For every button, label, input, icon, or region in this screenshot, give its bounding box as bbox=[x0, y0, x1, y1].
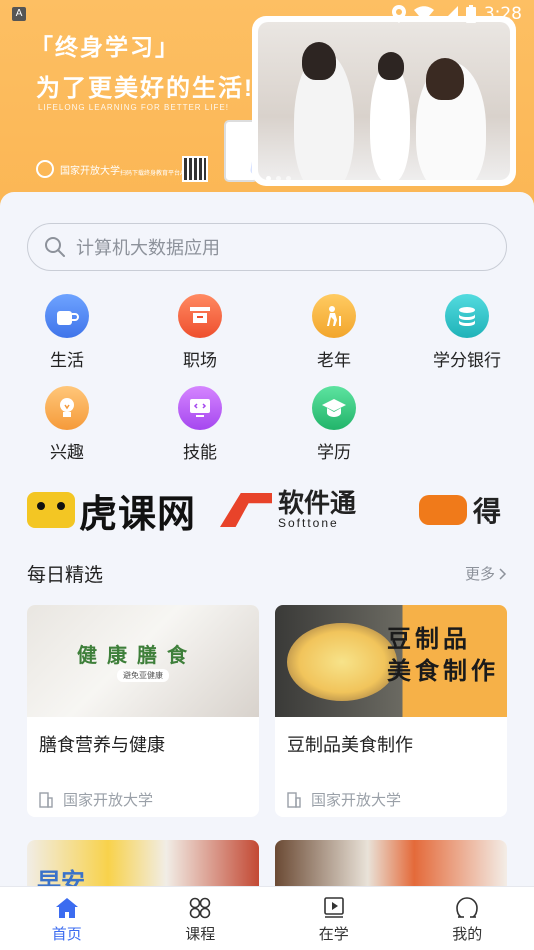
search-icon bbox=[45, 237, 65, 257]
tab-mine[interactable]: 我的 bbox=[401, 887, 534, 950]
course-card[interactable]: 早安 bbox=[27, 840, 259, 888]
section-title: 每日精选 bbox=[27, 565, 104, 586]
partner-logos: 虎课网 软件通 Softtone 得 bbox=[27, 488, 507, 538]
thumbnail-text: 健康膳食 bbox=[77, 643, 197, 667]
family-photo bbox=[252, 16, 516, 186]
person-figure bbox=[378, 52, 404, 80]
chevron-right-icon bbox=[499, 567, 507, 580]
banner-title: 为了更美好的生活! bbox=[36, 75, 254, 102]
course-source: 国家开放大学 bbox=[287, 789, 401, 810]
bottom-tab-bar: 首页 课程 在学 我的 bbox=[0, 886, 534, 950]
partner-third[interactable]: 得 bbox=[419, 488, 501, 532]
banner-logo: 国家开放大学 bbox=[36, 160, 120, 178]
podium-icon bbox=[178, 294, 222, 338]
softtone-logo-icon bbox=[220, 493, 272, 527]
course-title: 豆制品美食制作 bbox=[287, 735, 413, 755]
person-figure bbox=[426, 58, 464, 100]
course-thumbnail: 早安 bbox=[27, 840, 259, 888]
thumbnail-text: 早安 bbox=[37, 868, 85, 888]
partner-hukewang[interactable]: 虎课网 bbox=[27, 488, 196, 536]
course-thumbnail: 豆制品 美食制作 bbox=[275, 605, 507, 717]
partner-name: 得 bbox=[473, 496, 502, 527]
course-source-label: 国家开放大学 bbox=[311, 792, 402, 809]
clock: 3:28 bbox=[483, 4, 522, 24]
wifi-icon bbox=[413, 6, 434, 22]
carousel-indicator bbox=[266, 176, 291, 181]
graduation-cap-icon bbox=[312, 386, 356, 430]
status-bar: A 3:28 bbox=[0, 0, 534, 28]
category-label: 学分银行 bbox=[433, 351, 501, 370]
elder-icon bbox=[312, 294, 356, 338]
more-label: 更多 bbox=[464, 566, 495, 583]
qr-code-icon bbox=[182, 156, 208, 182]
category-credit-bank[interactable]: 学分银行 bbox=[422, 294, 512, 371]
play-book-icon bbox=[323, 897, 344, 918]
thumbnail-text-line1: 豆制品 bbox=[387, 624, 471, 653]
tab-courses[interactable]: 课程 bbox=[134, 887, 268, 950]
course-thumbnail: 健康膳食 避免亚健康 bbox=[27, 605, 259, 717]
daily-picks-header: 每日精选 更多 bbox=[27, 560, 507, 587]
course-title: 膳食营养与健康 bbox=[39, 735, 165, 755]
tab-label: 课程 bbox=[185, 926, 216, 943]
banner-subtitle: LIFELONG LEARNING FOR BETTER LIFE! bbox=[38, 103, 229, 112]
category-skills[interactable]: 技能 bbox=[155, 386, 245, 463]
category-label: 技能 bbox=[183, 443, 217, 462]
course-card[interactable]: 豆制品 美食制作 豆制品美食制作 国家开放大学 bbox=[275, 605, 507, 817]
course-source: 国家开放大学 bbox=[39, 789, 153, 810]
battery-icon bbox=[465, 5, 476, 23]
home-icon bbox=[55, 898, 78, 918]
category-elderly[interactable]: 老年 bbox=[289, 294, 379, 371]
person-figure bbox=[302, 42, 336, 80]
building-icon bbox=[287, 791, 301, 808]
university-logo-icon bbox=[36, 160, 54, 178]
course-thumbnail bbox=[275, 840, 507, 888]
grid-icon bbox=[189, 897, 211, 919]
course-source-label: 国家开放大学 bbox=[63, 792, 154, 809]
search-placeholder: 计算机大数据应用 bbox=[76, 238, 220, 258]
tab-home[interactable]: 首页 bbox=[0, 887, 134, 950]
category-label: 职场 bbox=[183, 351, 217, 370]
tab-label: 在学 bbox=[318, 926, 349, 943]
partner-name: 软件通 bbox=[278, 489, 357, 519]
monitor-icon bbox=[178, 386, 222, 430]
more-link[interactable]: 更多 bbox=[465, 563, 507, 584]
category-label: 生活 bbox=[50, 351, 84, 370]
signal-icon bbox=[441, 6, 458, 22]
banner-quote: 「终身学习」 bbox=[30, 34, 180, 60]
hukewang-logo-icon bbox=[27, 492, 75, 528]
tab-studying[interactable]: 在学 bbox=[267, 887, 401, 950]
bulb-icon bbox=[45, 386, 89, 430]
coins-icon bbox=[445, 294, 489, 338]
partner-name: 虎课网 bbox=[79, 491, 197, 536]
category-interest[interactable]: 兴趣 bbox=[22, 386, 112, 463]
category-degree[interactable]: 学历 bbox=[289, 386, 379, 463]
tab-label: 首页 bbox=[51, 926, 82, 943]
person-icon bbox=[456, 897, 479, 918]
thumbnail-text-line2: 美食制作 bbox=[387, 656, 499, 686]
category-label: 兴趣 bbox=[50, 443, 84, 462]
dish-image bbox=[287, 623, 397, 701]
notification-icon: A bbox=[12, 7, 26, 21]
category-label: 老年 bbox=[317, 351, 351, 370]
search-input[interactable]: 计算机大数据应用 bbox=[27, 223, 507, 271]
thumbnail-text: 豆制品 美食制作 bbox=[387, 623, 499, 688]
category-label: 学历 bbox=[317, 443, 351, 462]
category-life[interactable]: 生活 bbox=[22, 294, 112, 371]
thumbnail-subtext: 避免亚健康 bbox=[117, 669, 169, 682]
building-icon bbox=[39, 791, 53, 808]
partner-softtone[interactable]: 软件通 Softtone bbox=[220, 488, 356, 532]
course-card[interactable] bbox=[275, 840, 507, 888]
location-icon bbox=[391, 5, 406, 23]
cup-icon bbox=[45, 294, 89, 338]
course-card[interactable]: 健康膳食 避免亚健康 膳食营养与健康 国家开放大学 bbox=[27, 605, 259, 817]
hero-banner[interactable]: 「终身学习」 为了更美好的生活! LIFELONG LEARNING FOR B… bbox=[0, 0, 534, 215]
category-workplace[interactable]: 职场 bbox=[155, 294, 245, 371]
banner-logo-text: 国家开放大学 bbox=[60, 165, 120, 177]
tab-label: 我的 bbox=[452, 926, 483, 943]
main-content: 计算机大数据应用 生活 职场 老年 学分银行 兴趣 技能 学历 虎课网 软件通 … bbox=[0, 192, 534, 888]
tiger-logo-icon bbox=[419, 495, 467, 525]
